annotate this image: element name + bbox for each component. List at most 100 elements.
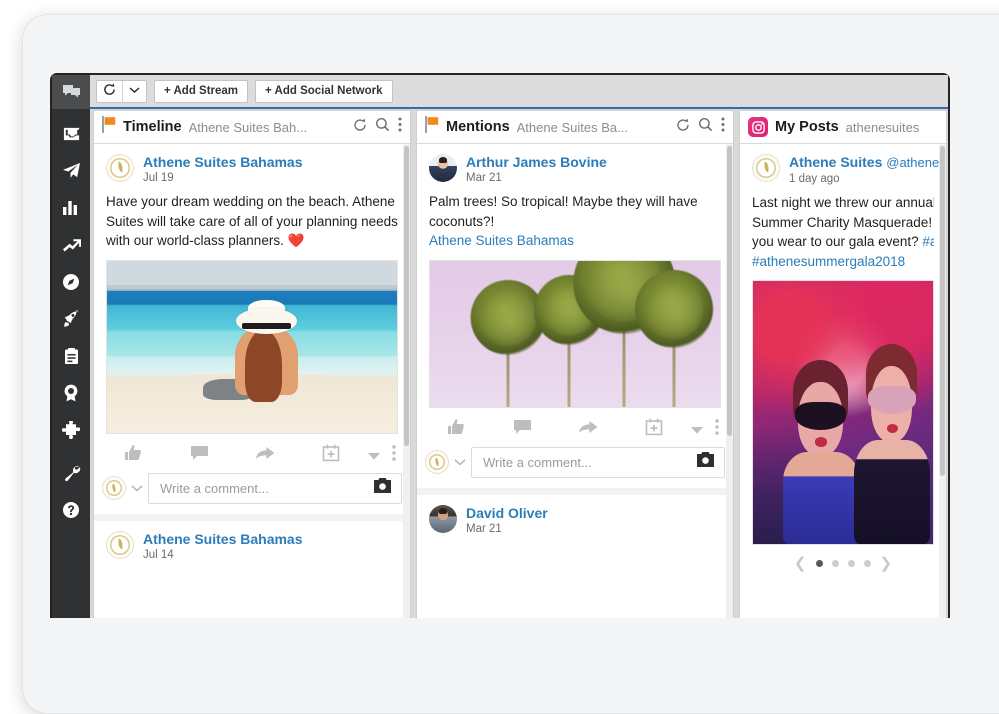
heart-emoji: ❤️ xyxy=(287,233,305,249)
sidebar-item-help[interactable] xyxy=(52,491,90,528)
search-icon[interactable] xyxy=(698,117,713,137)
sidebar-item-streams[interactable] xyxy=(52,75,90,109)
badge-icon xyxy=(63,384,79,402)
post-date: Jul 14 xyxy=(143,548,174,561)
comment-avatar-dropdown-icon[interactable] xyxy=(131,479,143,497)
post-author[interactable]: David Oliver xyxy=(466,505,548,521)
rocket-icon xyxy=(62,309,80,328)
post: Athene Suites Bahamas Jul 19 Have your d… xyxy=(94,144,410,434)
sidebar-item-tasks[interactable] xyxy=(52,337,90,374)
chevron-left-icon[interactable]: ❮ xyxy=(794,556,807,571)
sidebar-item-apps[interactable] xyxy=(52,411,90,448)
post-image-beach[interactable] xyxy=(106,259,398,434)
sidebar-item-reports[interactable] xyxy=(52,189,90,226)
post-header: Athene Suites Bahamas Jul 14 xyxy=(106,530,398,561)
post-hashtag[interactable]: #athenesummergala2018 xyxy=(752,254,905,269)
more-vertical-icon xyxy=(392,445,396,466)
top-toolbar: + Add Stream + Add Social Network xyxy=(90,75,948,109)
column-header-actions xyxy=(353,117,402,137)
avatar[interactable] xyxy=(106,154,134,182)
post: Athene Suites @athenesui 1 day ago Last … xyxy=(740,144,946,546)
more-vertical-icon[interactable] xyxy=(721,117,725,137)
chevron-right-icon[interactable]: ❯ xyxy=(880,556,893,571)
sidebar-item-discovery[interactable] xyxy=(52,263,90,300)
more-vertical-icon[interactable] xyxy=(398,117,402,137)
avatar[interactable] xyxy=(425,450,449,475)
like-button[interactable] xyxy=(423,419,489,441)
sidebar-item-inbox[interactable] xyxy=(52,115,90,152)
comment-input-wrapper[interactable] xyxy=(471,446,725,478)
post-more-button[interactable] xyxy=(384,445,404,467)
add-to-queue-button[interactable] xyxy=(298,444,364,467)
sidebar-item-rewards[interactable] xyxy=(52,374,90,411)
avatar[interactable] xyxy=(752,154,780,182)
sidebar-item-boost[interactable] xyxy=(52,300,90,337)
help-icon xyxy=(62,501,80,519)
queue-dropdown-button[interactable] xyxy=(364,445,384,467)
post-image-palm-trees[interactable] xyxy=(429,259,721,408)
post-author[interactable]: Athene Suites @athenesui xyxy=(789,154,946,171)
sidebar-item-analytics[interactable] xyxy=(52,226,90,263)
refresh-dropdown-button[interactable] xyxy=(123,80,146,102)
search-icon[interactable] xyxy=(375,117,390,137)
avatar[interactable] xyxy=(106,530,134,559)
avatar[interactable] xyxy=(429,504,457,533)
carousel-dot[interactable] xyxy=(815,560,823,568)
avatar[interactable] xyxy=(102,476,126,501)
post-date: Mar 21 xyxy=(466,522,502,535)
post-hashtag-inline[interactable]: #at xyxy=(922,234,934,249)
camera-icon[interactable] xyxy=(696,452,715,472)
sidebar-item-publisher[interactable] xyxy=(52,152,90,189)
more-vertical-icon xyxy=(715,419,719,440)
carousel-dot[interactable] xyxy=(847,560,855,568)
avatar[interactable] xyxy=(429,154,457,182)
add-social-network-button[interactable]: + Add Social Network xyxy=(255,79,393,103)
post-handle[interactable]: @athenesui xyxy=(886,155,946,170)
column-body[interactable]: Arthur James Bovine Mar 21 Palm trees! S… xyxy=(417,144,733,618)
post-image-masquerade[interactable] xyxy=(752,280,934,546)
carousel-dot[interactable] xyxy=(863,560,871,568)
refresh-icon[interactable] xyxy=(353,118,367,137)
queue-icon xyxy=(322,444,340,467)
post-author[interactable]: Arthur James Bovine xyxy=(466,154,607,170)
add-stream-button[interactable]: + Add Stream xyxy=(154,79,249,103)
stream-column-timeline: Timeline Athene Suites Bah... Athene Sui… xyxy=(94,111,410,618)
post-text: Have your dream wedding on the beach. At… xyxy=(106,194,398,249)
column-scrollbar[interactable] xyxy=(939,144,946,618)
post-date: Mar 21 xyxy=(466,172,502,185)
add-to-queue-button[interactable] xyxy=(621,418,687,441)
column-body[interactable]: Athene Suites @athenesui 1 day ago Last … xyxy=(740,144,946,618)
sidebar-item-settings[interactable] xyxy=(52,454,90,491)
column-body[interactable]: Athene Suites Bahamas Jul 19 Have your d… xyxy=(94,144,410,618)
comment-button[interactable] xyxy=(166,445,232,467)
column-scrollbar[interactable] xyxy=(403,144,410,618)
camera-icon[interactable] xyxy=(373,478,392,498)
comment-input[interactable] xyxy=(158,479,373,497)
comment-button[interactable] xyxy=(489,419,555,441)
inbox-icon xyxy=(62,125,81,143)
post-more-button[interactable] xyxy=(707,419,727,441)
column-subtitle: athenesuites xyxy=(845,119,920,135)
column-subtitle: Athene Suites Ba... xyxy=(516,119,628,135)
comment-composer xyxy=(417,446,733,488)
post-separator xyxy=(417,487,733,495)
post-author[interactable]: Athene Suites Bahamas xyxy=(143,531,303,547)
left-nav-rail xyxy=(52,75,90,618)
post-mention-link[interactable]: Athene Suites Bahamas xyxy=(429,233,574,248)
comment-avatar-dropdown-icon[interactable] xyxy=(454,453,466,471)
queue-dropdown-button[interactable] xyxy=(687,419,707,441)
share-button[interactable] xyxy=(232,445,298,467)
column-subtitle: Athene Suites Bah... xyxy=(188,119,308,135)
refresh-button[interactable] xyxy=(97,80,122,102)
comment-input-wrapper[interactable] xyxy=(148,472,402,504)
post: David Oliver Mar 21 xyxy=(417,495,733,535)
post-author[interactable]: Athene Suites Bahamas xyxy=(143,154,303,170)
column-scrollbar[interactable] xyxy=(726,144,733,618)
post: Arthur James Bovine Mar 21 Palm trees! S… xyxy=(417,144,733,408)
like-button[interactable] xyxy=(100,445,166,467)
comment-input[interactable] xyxy=(481,453,696,471)
share-button[interactable] xyxy=(555,419,621,441)
column-header-actions xyxy=(676,117,725,137)
refresh-icon[interactable] xyxy=(676,118,690,137)
carousel-dot[interactable] xyxy=(831,560,839,568)
